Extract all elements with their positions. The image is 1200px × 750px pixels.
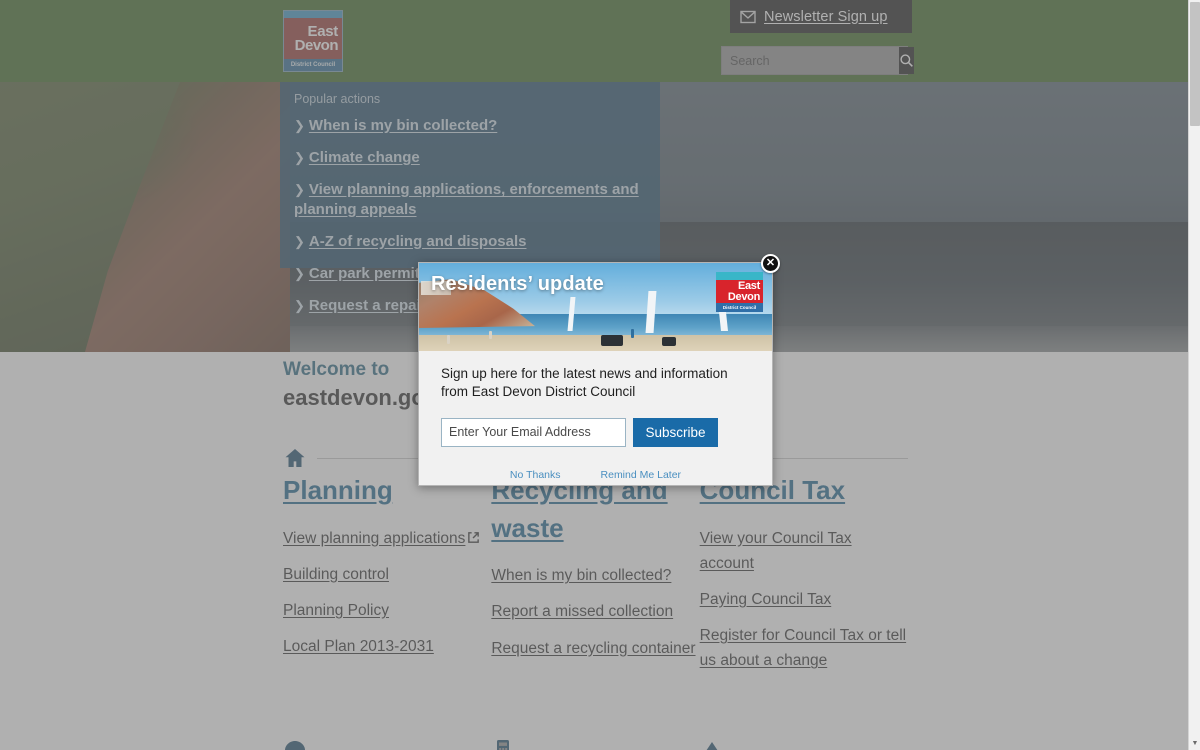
modal-logo-top-band	[716, 272, 763, 280]
subscribe-button[interactable]: Subscribe	[633, 417, 718, 447]
modal-image-equipment	[662, 337, 676, 346]
modal-dismiss-links: No Thanks Remind Me Later	[441, 469, 750, 481]
modal-hero-image: Residents’ update East Devon District Co…	[419, 263, 772, 351]
remind-me-later-link[interactable]: Remind Me Later	[601, 469, 682, 481]
modal-logo-wordmark: East Devon	[716, 280, 763, 303]
modal-image-equipment	[601, 335, 623, 346]
close-icon[interactable]: ✕	[761, 254, 780, 273]
email-field[interactable]	[441, 417, 626, 447]
vertical-scrollbar[interactable]: ▲ ▼	[1188, 0, 1200, 750]
page-root: East Devon District Council Newsletter S…	[0, 0, 1200, 750]
modal-logo-line2: Devon	[727, 290, 760, 303]
scroll-down-arrow[interactable]: ▼	[1191, 740, 1199, 747]
modal-image-beach	[419, 335, 772, 351]
newsletter-form: Subscribe	[441, 417, 750, 447]
modal-body: Sign up here for the latest news and inf…	[419, 351, 772, 481]
modal-title: Residents’ update	[431, 273, 604, 295]
modal-image-person	[489, 331, 492, 339]
modal-image-person	[631, 329, 634, 338]
modal-image-person	[447, 335, 450, 344]
modal-logo-subtitle: District Council	[716, 303, 763, 312]
modal-description: Sign up here for the latest news and inf…	[441, 366, 728, 400]
modal-logo: East Devon District Council	[716, 272, 763, 312]
modal-logo-line1: East	[737, 280, 760, 293]
no-thanks-link[interactable]: No Thanks	[510, 469, 561, 481]
residents-update-modal: Residents’ update East Devon District Co…	[418, 254, 780, 486]
scrollbar-thumb[interactable]	[1190, 2, 1200, 126]
